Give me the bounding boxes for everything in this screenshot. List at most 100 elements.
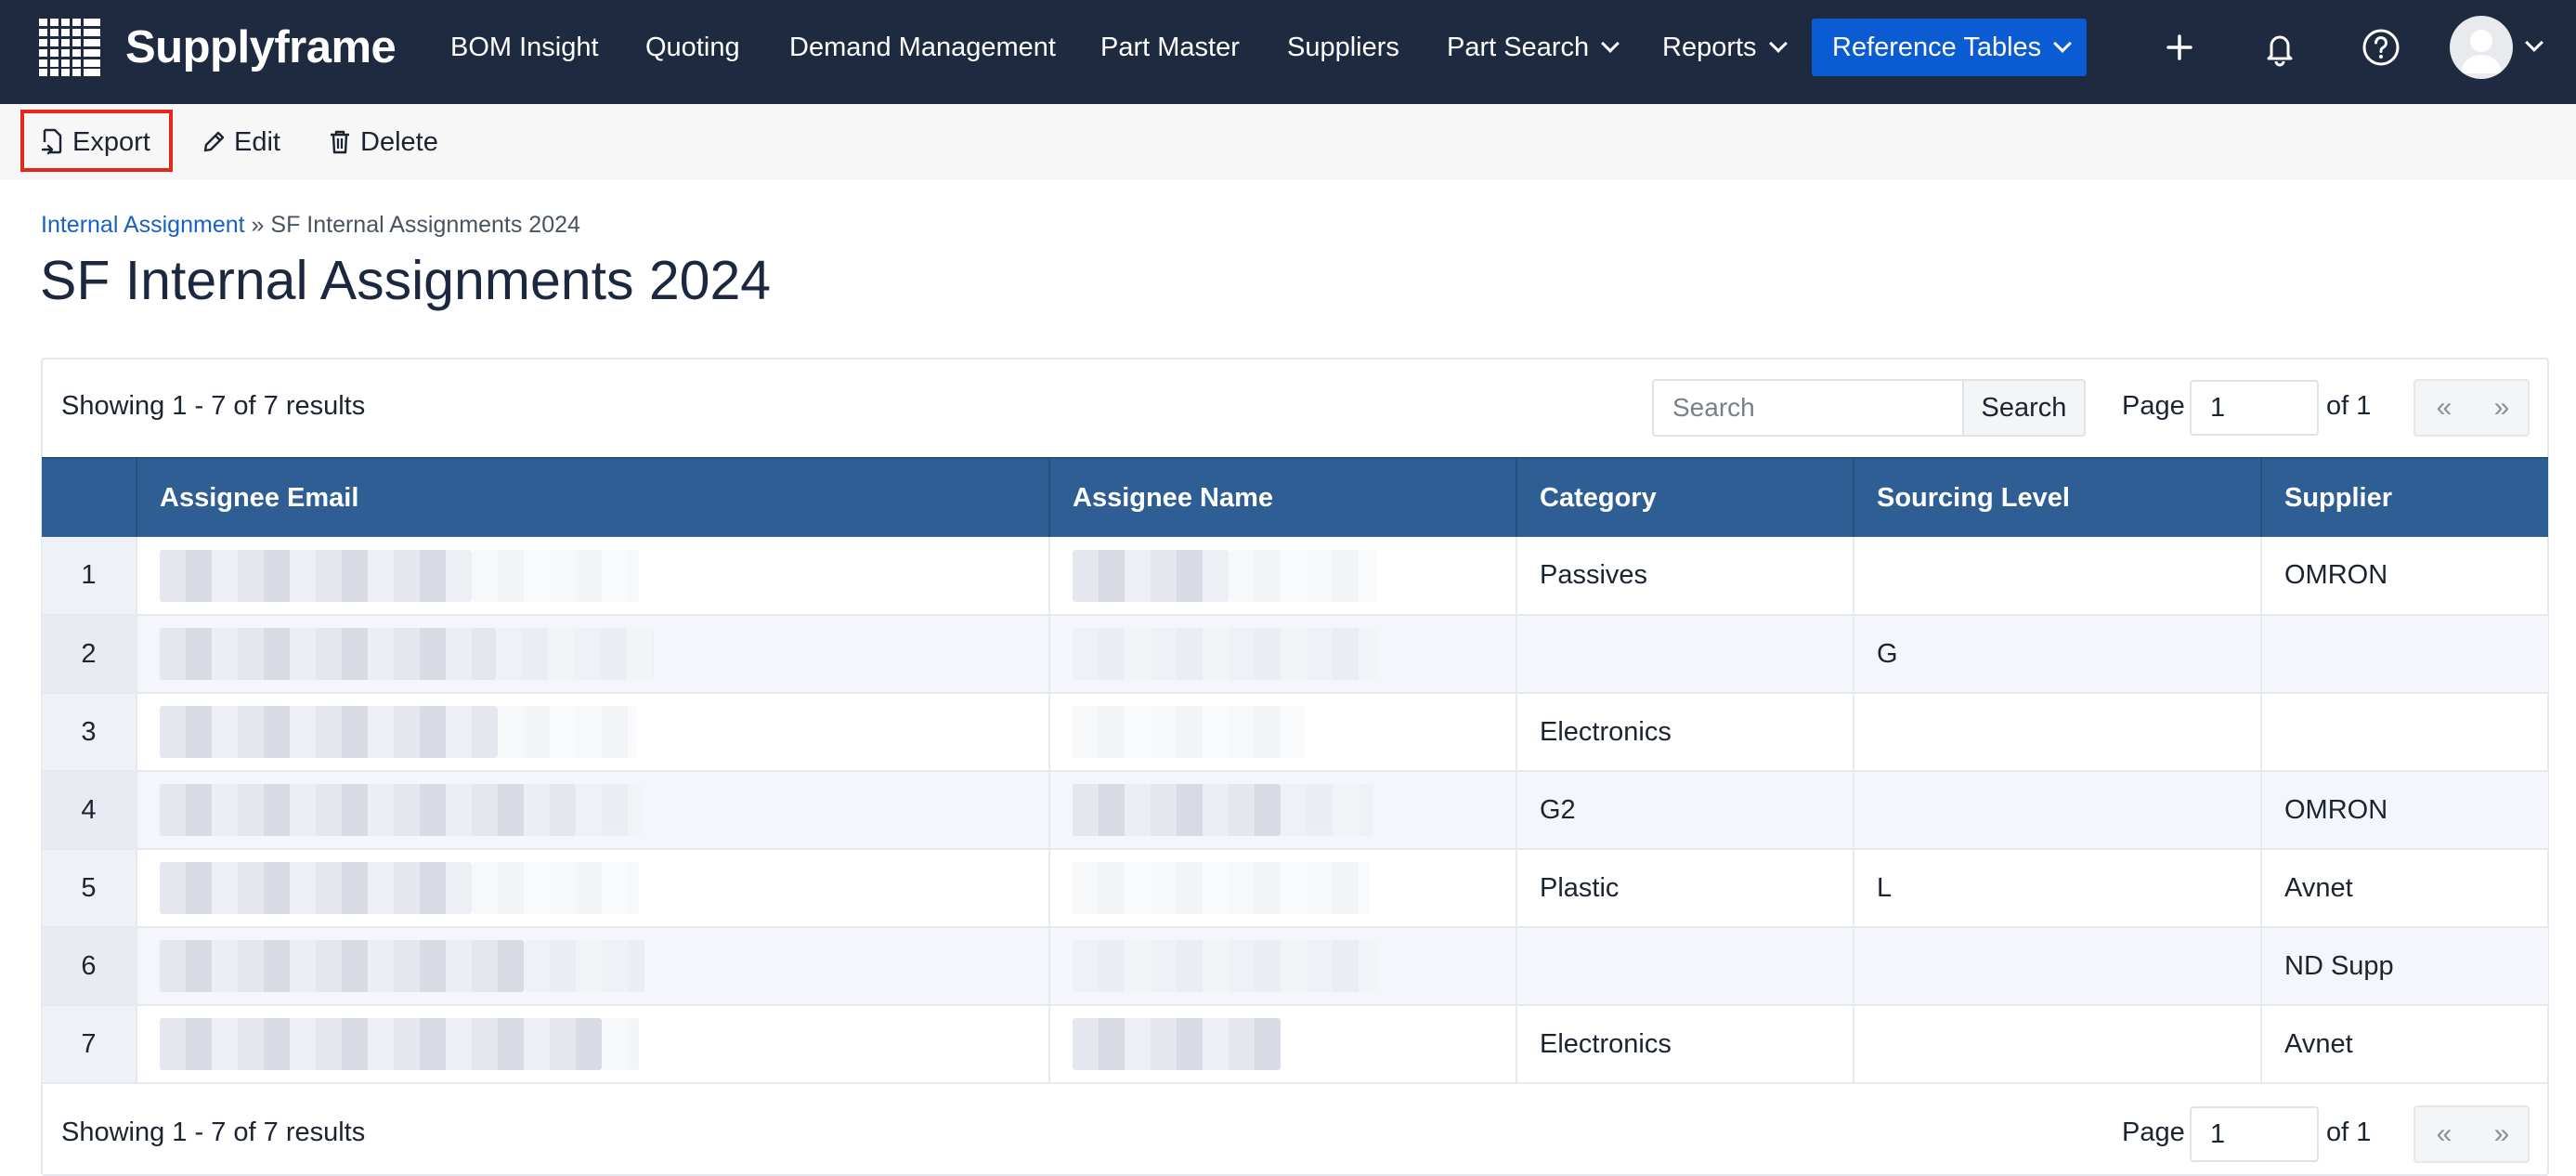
export-highlight-box (20, 110, 173, 172)
page-label-bottom: Page (2122, 1117, 2185, 1147)
column-header-category[interactable]: Category (1516, 457, 1854, 537)
row-number: 2 (42, 615, 137, 694)
row-number: 6 (42, 927, 137, 1006)
redacted-name-fade (1073, 862, 1370, 914)
assignee-email-cell (137, 537, 1050, 616)
page-number-input-bottom[interactable] (2190, 1106, 2319, 1162)
nav-part-master[interactable]: Part Master (1100, 19, 1240, 76)
nav-reports[interactable]: Reports (1662, 19, 1788, 76)
assignee-name-cell (1049, 693, 1517, 772)
redacted-email (160, 940, 524, 992)
row-number: 7 (42, 1005, 137, 1084)
help-icon[interactable] (2356, 22, 2406, 72)
assignee-name-cell (1049, 615, 1517, 694)
first-page-button[interactable]: « (2415, 381, 2473, 435)
assignee-email-cell (137, 693, 1050, 772)
redacted-email-fade (524, 940, 644, 992)
results-count-top: Showing 1 - 7 of 7 results (61, 391, 366, 421)
category-cell: Electronics (1516, 693, 1854, 772)
assignee-name-cell (1049, 537, 1517, 616)
search-input[interactable] (1652, 379, 1963, 437)
redacted-name (1073, 784, 1281, 836)
redacted-email (160, 549, 472, 602)
grid-logo-icon[interactable] (39, 19, 100, 76)
redacted-email (160, 862, 472, 914)
redacted-email-fade (472, 862, 639, 914)
category-cell: Electronics (1516, 1005, 1854, 1084)
chevron-down-icon (1601, 34, 1620, 53)
page-number-input-top[interactable] (2190, 380, 2319, 436)
table-row[interactable]: 2 G (42, 615, 2548, 694)
nav-bom-insight[interactable]: BOM Insight (450, 19, 599, 76)
page-label-top: Page (2122, 391, 2185, 421)
table-row[interactable]: 3 Electronics (42, 693, 2548, 772)
column-header-assignee-name[interactable]: Assignee Name (1049, 457, 1517, 537)
last-page-button[interactable]: » (2473, 381, 2530, 435)
redacted-email (160, 784, 576, 836)
table-row[interactable]: 1 Passives OMRON (42, 537, 2548, 616)
category-cell: Plastic (1516, 849, 1854, 928)
column-header-sourcing-level[interactable]: Sourcing Level (1854, 457, 2262, 537)
category-cell: G2 (1516, 771, 1854, 850)
breadcrumb-parent-link[interactable]: Internal Assignment (41, 212, 245, 238)
first-page-button[interactable]: « (2415, 1107, 2473, 1161)
page-title: SF Internal Assignments 2024 (40, 250, 772, 311)
nav-demand-management[interactable]: Demand Management (789, 19, 1056, 76)
table-row[interactable]: 6 ND Supp (42, 927, 2548, 1006)
table-header-row: Assignee Email Assignee Name Category So… (42, 457, 2548, 537)
brand-name[interactable]: Supplyframe (125, 19, 397, 76)
redacted-email-fade (496, 628, 654, 680)
sourcing-level-cell (1854, 927, 2262, 1006)
bell-icon[interactable] (2255, 22, 2305, 72)
assignee-email-cell (137, 849, 1050, 928)
pencil-icon (203, 131, 225, 152)
column-header-assignee-email[interactable]: Assignee Email (137, 457, 1050, 537)
row-number: 3 (42, 693, 137, 772)
redacted-email (160, 1018, 602, 1070)
supplier-cell: OMRON (2261, 537, 2548, 616)
supplier-cell: Avnet (2261, 849, 2548, 928)
sourcing-level-cell: L (1854, 849, 2262, 928)
nav-reports-label: Reports (1662, 33, 1757, 62)
assignee-email-cell (137, 927, 1050, 1006)
page-total-top: of 1 (2326, 391, 2372, 421)
top-navigation-bar: Supplyframe BOM Insight Quoting Demand M… (0, 0, 2576, 104)
table-row[interactable]: 4 G2 OMRON (42, 771, 2548, 850)
redacted-email-fade (602, 1018, 639, 1070)
chevron-down-icon[interactable] (2525, 33, 2543, 52)
nav-suppliers[interactable]: Suppliers (1287, 19, 1399, 76)
table-row[interactable]: 7 Electronics Avnet (42, 1005, 2548, 1084)
sourcing-level-cell (1854, 771, 2262, 850)
breadcrumb: Internal Assignment » SF Internal Assign… (41, 212, 580, 239)
last-page-button[interactable]: » (2473, 1107, 2530, 1161)
plus-icon[interactable] (2154, 22, 2205, 72)
page-total-bottom: of 1 (2326, 1117, 2372, 1147)
pager-top: « » (2413, 379, 2530, 437)
results-count-bottom: Showing 1 - 7 of 7 results (61, 1117, 366, 1147)
redacted-email-fade (498, 706, 637, 758)
pager-bottom: « » (2413, 1105, 2530, 1163)
nav-reference-tables-label: Reference Tables (1832, 33, 2042, 62)
assignee-email-cell (137, 1005, 1050, 1084)
row-number: 4 (42, 771, 137, 850)
redacted-name-fade (1073, 628, 1379, 680)
assignments-table: Assignee Email Assignee Name Category So… (42, 457, 2548, 1084)
column-header-row-number (42, 457, 137, 537)
assignee-email-cell (137, 771, 1050, 850)
nav-quoting[interactable]: Quoting (645, 19, 740, 76)
table-row[interactable]: 5 Plastic L Avnet (42, 849, 2548, 928)
nav-reference-tables[interactable]: Reference Tables (1812, 19, 2087, 76)
column-header-supplier[interactable]: Supplier (2261, 457, 2548, 537)
nav-part-search[interactable]: Part Search (1447, 19, 1620, 76)
supplier-cell: ND Supp (2261, 927, 2548, 1006)
edit-button[interactable]: Edit (201, 104, 280, 180)
edit-label: Edit (234, 127, 280, 157)
row-number: 5 (42, 849, 137, 928)
delete-button[interactable]: Delete (327, 104, 438, 180)
redacted-name-fade (1073, 706, 1305, 758)
search-button[interactable]: Search (1962, 379, 2086, 437)
avatar[interactable] (2450, 16, 2513, 79)
redacted-email-fade (472, 549, 639, 602)
redacted-name (1073, 549, 1229, 602)
assignee-email-cell (137, 615, 1050, 694)
